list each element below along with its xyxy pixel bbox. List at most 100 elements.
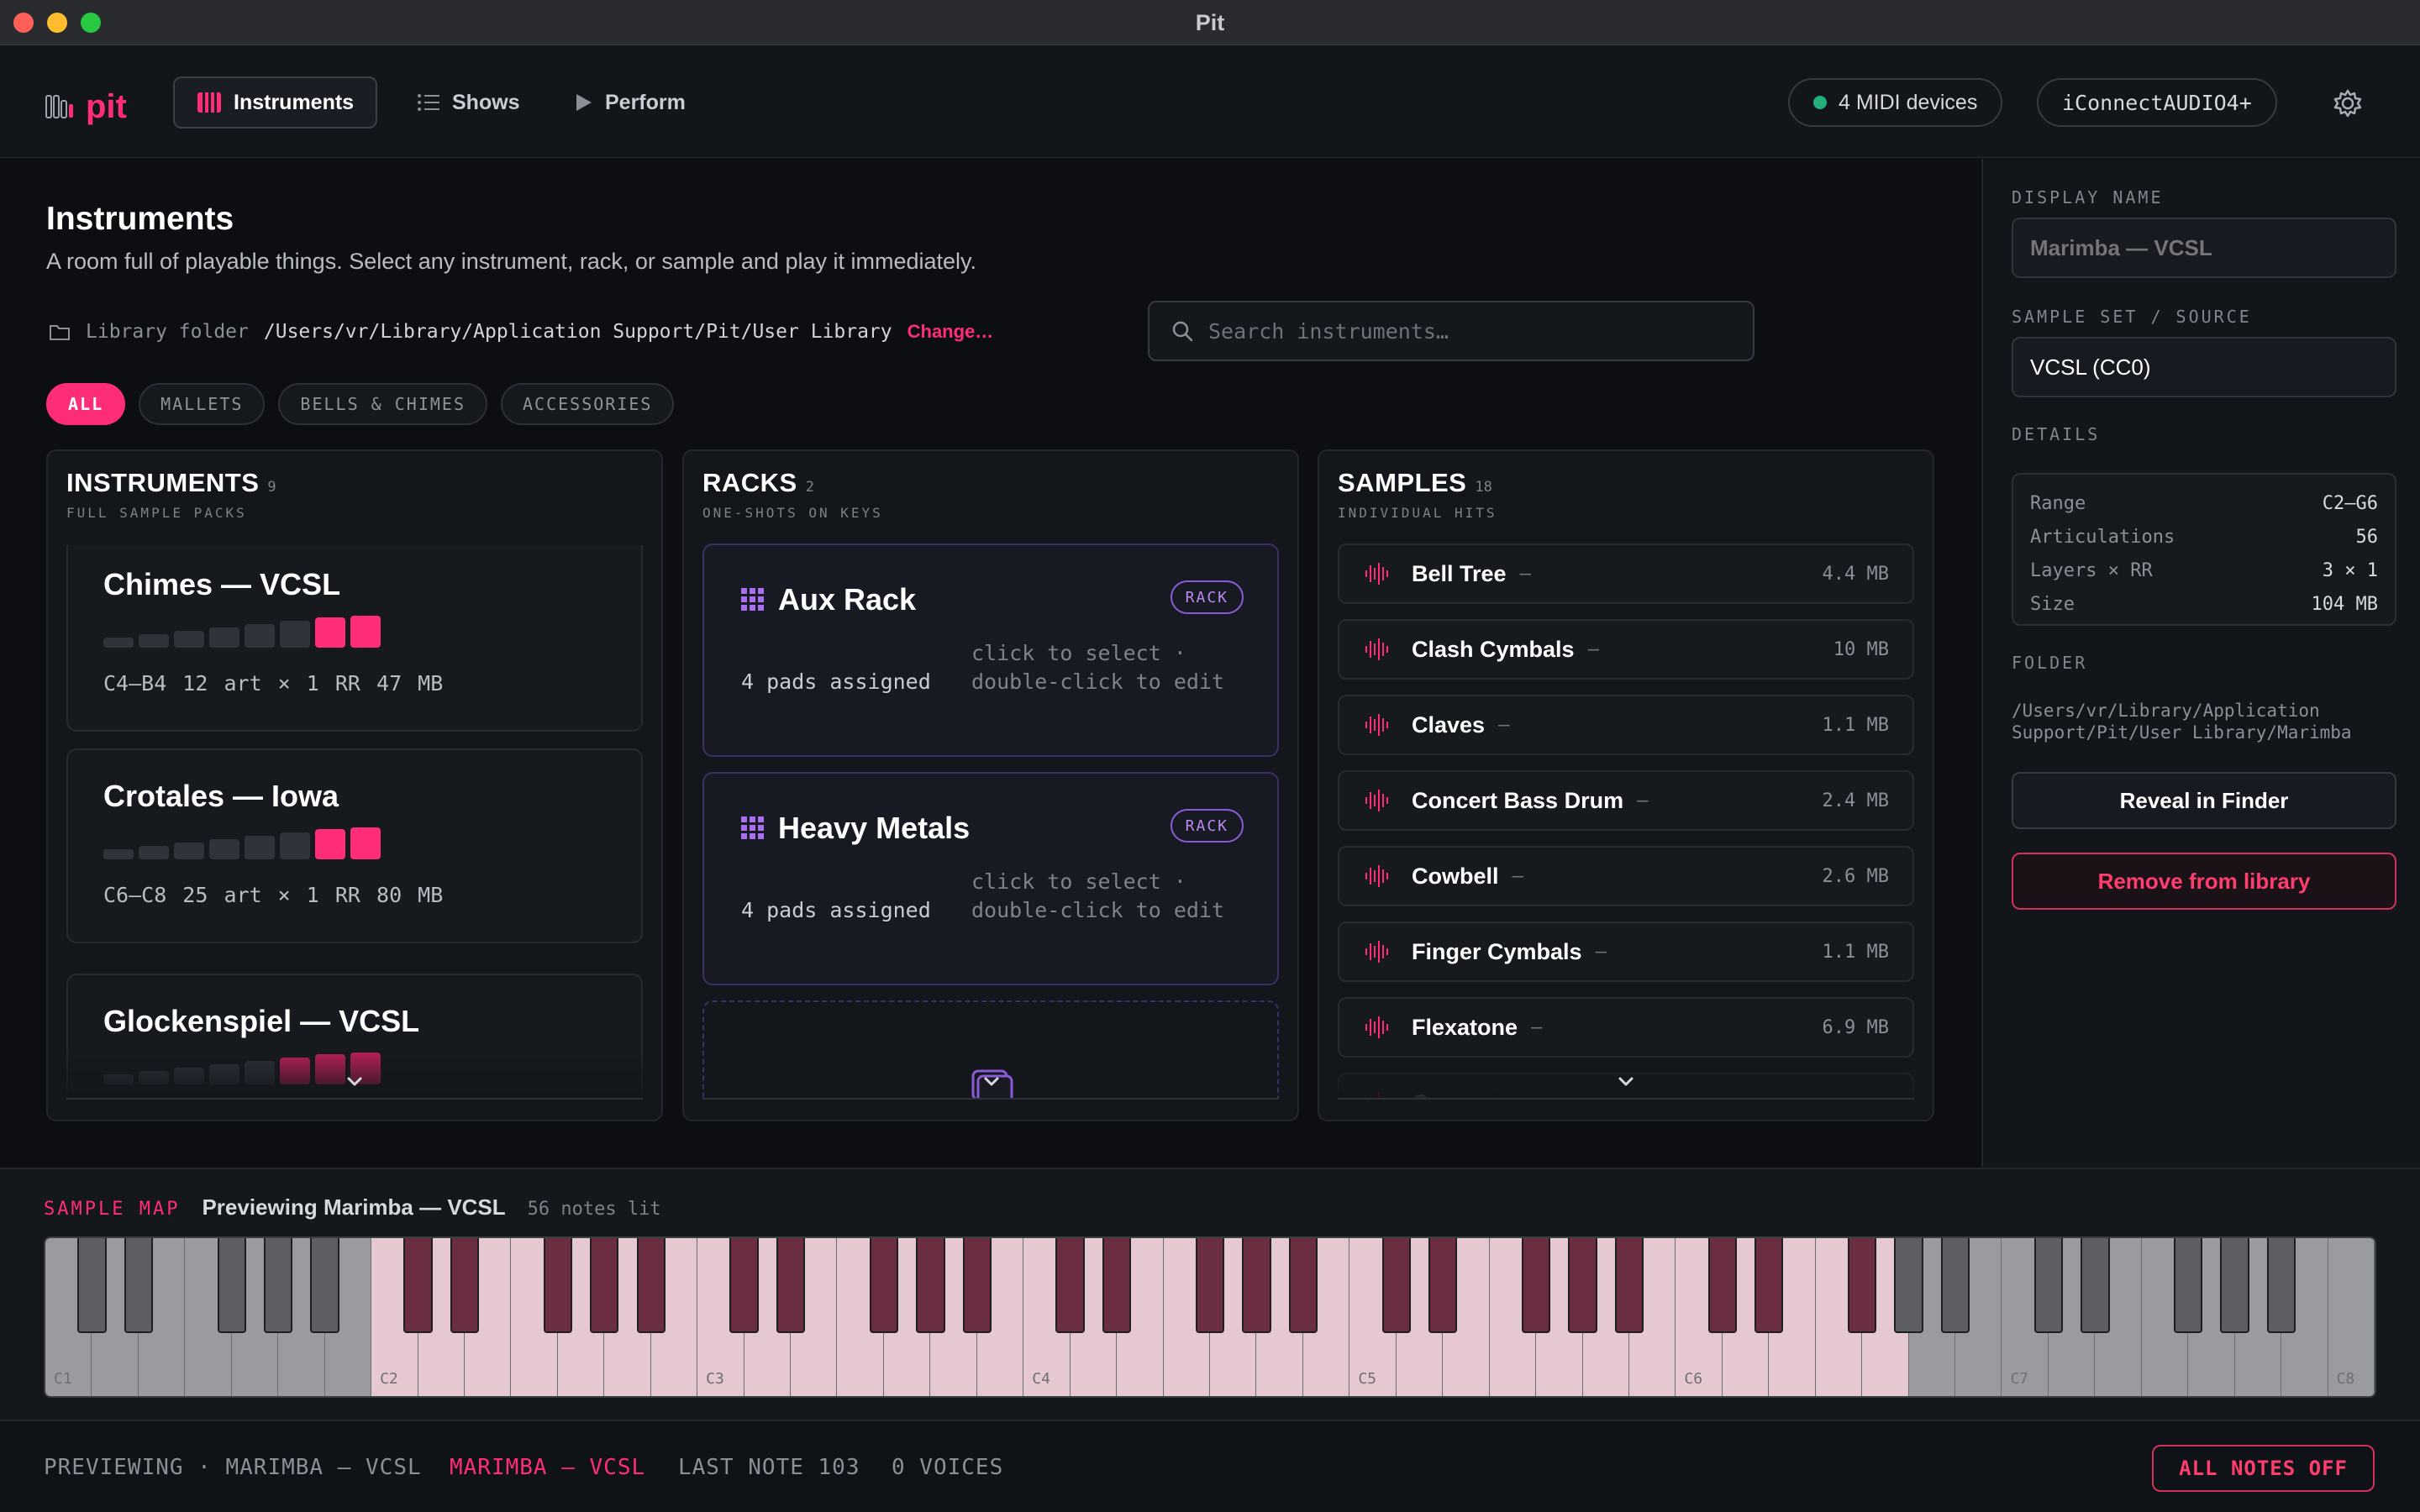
waveform-icon [1365, 563, 1388, 585]
filter-mallets[interactable]: MALLETS [139, 383, 266, 425]
black-key[interactable] [403, 1238, 433, 1333]
rack-card[interactable]: Heavy Metals RACK 4 pads assigned click … [702, 772, 1279, 985]
instrument-card[interactable]: Chimes — VCSL C4–B4 12 art × 1 RR 47 MB [66, 545, 643, 732]
black-key[interactable] [1521, 1238, 1551, 1333]
folder-label: FOLDER [2012, 653, 2088, 673]
racks-list[interactable]: Aux Rack RACK 4 pads assigned click to s… [702, 537, 1279, 1100]
sample-row[interactable]: Concert Bass Drum – 2.4 MB [1338, 770, 1914, 831]
black-key[interactable] [1707, 1238, 1737, 1333]
sample-row[interactable]: Finger Cymbals – 1.1 MB [1338, 921, 1914, 982]
sample-row[interactable]: Clash Cymbals – 10 MB [1338, 619, 1914, 680]
piano-keyboard[interactable]: C1 C2 C3 C4 C5 C6 C7 C8 [44, 1236, 2376, 1398]
source-value: VCSL (CC0) [2030, 354, 2151, 380]
logo-icon [45, 95, 73, 118]
sample-size: 2.4 MB [1822, 790, 1889, 811]
black-key[interactable] [1894, 1238, 1923, 1333]
black-key[interactable] [590, 1238, 619, 1333]
filter-accessories[interactable]: ACCESSORIES [501, 383, 675, 425]
sample-row[interactable]: Claves – 1.1 MB [1338, 695, 1914, 755]
chevron-down-icon[interactable] [979, 1069, 1004, 1095]
black-key[interactable] [1288, 1238, 1318, 1333]
detail-value: 3 × 1 [2322, 559, 2378, 581]
samples-list[interactable]: Bell Tree –4.4 MB Clash Cymbals –10 MB Clave… [1338, 537, 1914, 1100]
folder-path: /Users/vr/Library/Application Support/Pi… [2012, 701, 2352, 743]
chevron-down-icon[interactable] [342, 1069, 367, 1095]
source-field[interactable]: VCSL (CC0) [2012, 337, 2396, 397]
chevron-down-icon[interactable] [1613, 1069, 1639, 1095]
black-key[interactable] [310, 1238, 339, 1333]
black-key[interactable] [1242, 1238, 1271, 1333]
octave-label: C2 [380, 1370, 398, 1388]
page-subtitle: A room full of playable things. Select a… [46, 249, 977, 274]
samples-panel-subtitle: INDIVIDUAL HITS [1338, 505, 1497, 521]
black-key[interactable] [1102, 1238, 1132, 1333]
black-key[interactable] [636, 1238, 666, 1333]
black-key[interactable] [1381, 1238, 1411, 1333]
library-change-link[interactable]: Change… [908, 321, 994, 343]
display-name-field[interactable] [2012, 218, 2396, 278]
settings-button[interactable] [2333, 88, 2363, 118]
black-key[interactable] [1754, 1238, 1784, 1333]
rack-card[interactable]: Aux Rack RACK 4 pads assigned click to s… [702, 543, 1279, 757]
black-key[interactable] [124, 1238, 154, 1333]
black-key[interactable] [1847, 1238, 1877, 1333]
nav-shows[interactable]: Shows [395, 76, 542, 129]
nav-perform[interactable]: Perform [553, 76, 708, 129]
all-notes-off-button[interactable]: ALL NOTES OFF [2152, 1445, 2375, 1492]
window-titlebar: Pit [0, 0, 2420, 45]
instruments-list[interactable]: Chimes — VCSL C4–B4 12 art × 1 RR 47 MB … [66, 545, 643, 1100]
black-key[interactable] [217, 1238, 246, 1333]
sample-dash: – [1531, 1016, 1543, 1038]
racks-count: 2 [805, 479, 814, 496]
status-previewing: PREVIEWING · MARIMBA — VCSL [44, 1455, 422, 1480]
library-folder-path: /Users/vr/Library/Application Support/Pi… [263, 321, 892, 343]
black-key[interactable] [1940, 1238, 1970, 1333]
filter-all[interactable]: ALL [46, 383, 126, 425]
black-key[interactable] [869, 1238, 899, 1333]
app-logo[interactable]: pit [45, 90, 127, 123]
window-title: Pit [1195, 10, 1225, 35]
black-key[interactable] [543, 1238, 572, 1333]
black-key[interactable] [77, 1238, 107, 1333]
black-key[interactable] [450, 1238, 480, 1333]
black-key[interactable] [1195, 1238, 1225, 1333]
black-key[interactable] [729, 1238, 759, 1333]
black-key[interactable] [1568, 1238, 1597, 1333]
black-key[interactable] [2266, 1238, 2296, 1333]
sample-size: 4.4 MB [1822, 563, 1889, 585]
status-bar: PREVIEWING · MARIMBA — VCSL MARIMBA — VC… [0, 1420, 2420, 1512]
filter-bells-chimes[interactable]: BELLS & CHIMES [278, 383, 487, 425]
search-input[interactable] [1208, 318, 1712, 344]
reveal-in-finder-button[interactable]: Reveal in Finder [2012, 772, 2396, 829]
rack-pads: 4 pads assigned [741, 669, 931, 694]
remove-from-library-button[interactable]: Remove from library [2012, 853, 2396, 910]
piano-icon [197, 92, 221, 113]
samples-count: 18 [1475, 479, 1492, 496]
search-box[interactable] [1148, 301, 1754, 361]
nav-instruments[interactable]: Instruments [173, 76, 378, 129]
black-key[interactable] [962, 1238, 992, 1333]
instrument-name: Chimes — VCSL [103, 567, 341, 601]
sample-row[interactable]: Flexatone – 6.9 MB [1338, 997, 1914, 1058]
display-name-input[interactable] [2030, 234, 2383, 261]
black-key[interactable] [264, 1238, 293, 1333]
sample-dash: – [1512, 864, 1523, 887]
octave-label: C7 [2010, 1370, 2029, 1388]
sample-map-tag: SAMPLE MAP [44, 1199, 181, 1220]
waveform-icon [1365, 790, 1388, 811]
black-key[interactable] [1428, 1238, 1458, 1333]
audio-device-pill[interactable]: iConnectAUDIO4+ [2037, 78, 2277, 127]
black-key[interactable] [2220, 1238, 2249, 1333]
status-last-note: LAST NOTE 103 [678, 1455, 860, 1480]
black-key[interactable] [916, 1238, 945, 1333]
sample-row[interactable]: Cowbell – 2.6 MB [1338, 846, 1914, 906]
black-key[interactable] [2033, 1238, 2064, 1333]
black-key[interactable] [1614, 1238, 1644, 1333]
black-key[interactable] [2174, 1238, 2203, 1333]
midi-devices-pill[interactable]: 4 MIDI devices [1788, 78, 2003, 127]
sample-row[interactable]: Bell Tree – 4.4 MB [1338, 543, 1914, 604]
instrument-card[interactable]: Crotales — Iowa C6–C8 25 art × 1 RR 80 M… [66, 748, 643, 943]
black-key[interactable] [1055, 1238, 1085, 1333]
black-key[interactable] [776, 1238, 806, 1333]
black-key[interactable] [2081, 1238, 2110, 1333]
